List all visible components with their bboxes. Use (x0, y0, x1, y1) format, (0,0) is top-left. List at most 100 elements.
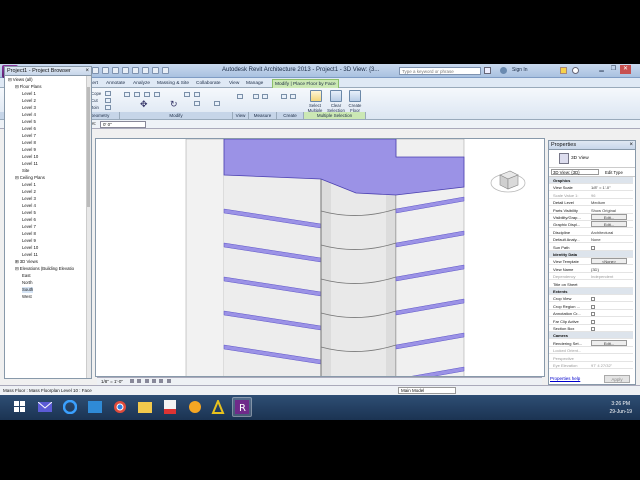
tree-item[interactable]: North (22, 280, 33, 286)
cut-label[interactable]: Cut (91, 98, 98, 103)
tree-item[interactable]: Level 10 (22, 154, 38, 160)
checkbox[interactable] (591, 245, 595, 250)
tree-item[interactable]: ⊟ Elevations (Building Elevatio (15, 266, 74, 272)
3d-view-icon[interactable] (112, 67, 119, 74)
sign-in-link[interactable]: Sign In (512, 67, 528, 73)
hide-icon[interactable] (237, 94, 243, 99)
property-row[interactable]: Section Box (549, 325, 633, 332)
property-row[interactable]: Locked Orient... (549, 347, 633, 355)
split-icon[interactable] (194, 92, 200, 97)
property-row[interactable]: Far Clip Active (549, 318, 633, 325)
property-group-header[interactable]: Camera (549, 332, 633, 340)
properties-help-link[interactable]: Properties help (550, 376, 580, 381)
edit-type-button[interactable]: Edit Type (605, 168, 623, 177)
property-checkbox[interactable] (591, 325, 627, 332)
instance-dropdown[interactable]: 3D View: {3D} (551, 169, 599, 175)
property-checkbox[interactable] (591, 310, 627, 317)
select-multiple-icon[interactable] (310, 90, 322, 102)
tab-modify-place-floor-by-face[interactable]: Modify | Place Floor by Face (272, 79, 339, 88)
checkbox[interactable] (591, 297, 595, 302)
type-selector[interactable]: 3D View (549, 150, 635, 168)
property-row[interactable]: Detail Level Medium (549, 199, 633, 207)
checkbox[interactable] (591, 304, 595, 309)
tree-item[interactable]: Level 9 (22, 147, 36, 153)
split-face-icon[interactable] (105, 98, 111, 103)
property-edit-button[interactable]: Edit... (591, 221, 627, 228)
tree-item[interactable]: Level 8 (22, 231, 36, 237)
property-value[interactable]: 1/8" = 1'-0" (591, 184, 627, 191)
panel-view[interactable]: View (233, 112, 249, 119)
tree-item[interactable]: Level 3 (22, 105, 36, 111)
panel-measure[interactable]: Measure (249, 112, 277, 119)
property-edit-button[interactable]: Edit... (591, 214, 627, 220)
text-icon[interactable] (102, 67, 109, 74)
property-row[interactable]: Rendering Set... Edit... (549, 339, 633, 347)
delete-icon[interactable] (214, 101, 220, 106)
detail-level-icon[interactable] (130, 379, 135, 383)
property-row[interactable]: Visibility/Grap... Edit... (549, 214, 633, 221)
tree-item[interactable]: Level 2 (22, 189, 36, 195)
dimension-tool-icon[interactable] (262, 94, 268, 99)
property-checkbox[interactable] (591, 303, 627, 310)
property-value[interactable]: Architectural (591, 229, 627, 236)
property-row[interactable]: Crop Region ... (549, 303, 633, 310)
cope-label[interactable]: Cope (91, 91, 101, 96)
project-browser-close-button[interactable]: × (85, 67, 89, 76)
property-checkbox[interactable] (591, 318, 627, 325)
tab-annotate[interactable]: Annotate (106, 79, 125, 88)
tree-item[interactable]: Level 1 (22, 91, 36, 97)
building-model[interactable] (96, 139, 545, 377)
measure-tool-icon[interactable] (253, 94, 259, 99)
clock[interactable]: 3:26 PM 29-Jun-19 (609, 400, 632, 416)
close-hidden-icon[interactable] (142, 67, 149, 74)
property-row[interactable]: Eye Elevation 97' 4 27/32" (549, 362, 633, 369)
tree-item[interactable]: Level 6 (22, 217, 36, 223)
tree-item[interactable]: Level 9 (22, 238, 36, 244)
autocad-icon[interactable] (208, 397, 228, 417)
property-checkbox[interactable] (591, 244, 627, 251)
help-icon[interactable] (572, 67, 579, 74)
view-cube[interactable] (488, 165, 528, 195)
property-row[interactable]: Perspective (549, 355, 633, 362)
tree-item[interactable]: Level 8 (22, 140, 36, 146)
thin-lines-icon[interactable] (132, 67, 139, 74)
property-edit-button[interactable]: Edit... (591, 339, 627, 346)
mirror-draw-icon[interactable] (154, 92, 160, 97)
section-icon[interactable] (122, 67, 129, 74)
maximize-button[interactable]: ❐ (608, 65, 619, 74)
tree-item[interactable]: ⊟ Ceiling Plans (15, 175, 45, 181)
mail-icon[interactable] (35, 397, 55, 417)
switch-windows-icon[interactable] (152, 67, 159, 74)
pin-icon[interactable] (194, 101, 200, 106)
tree-item[interactable]: East (22, 273, 31, 279)
checkbox[interactable] (591, 319, 595, 324)
tree-item[interactable]: ⊟ Floor Plans (15, 84, 42, 90)
panel-modify[interactable]: Modify (120, 112, 233, 119)
tree-item[interactable]: Level 5 (22, 210, 36, 216)
close-window-button[interactable]: ✕ (620, 65, 631, 74)
tree-item[interactable]: ⊞ 3D Views (15, 259, 38, 265)
pdf-icon[interactable] (160, 397, 180, 417)
tree-item[interactable]: Level 7 (22, 224, 36, 230)
project-browser-scroll-thumb[interactable] (87, 87, 90, 207)
property-row[interactable]: View Name {3D} (549, 266, 633, 273)
tree-item[interactable]: West (22, 294, 32, 300)
checkbox[interactable] (591, 326, 595, 331)
tree-item[interactable]: Level 5 (22, 119, 36, 125)
clear-selection-icon[interactable] (330, 90, 342, 102)
checkbox[interactable] (591, 312, 595, 317)
tree-item[interactable]: Level 10 (22, 245, 38, 251)
property-checkbox[interactable] (591, 295, 627, 302)
tab-manage[interactable]: Manage (246, 79, 263, 88)
internet-explorer-icon[interactable] (60, 397, 80, 417)
property-group-header[interactable]: Extents (549, 288, 633, 295)
property-row[interactable]: View Scale 1/8" = 1'-0" (549, 184, 633, 192)
tree-item[interactable]: South (22, 287, 34, 293)
active-model-dropdown[interactable]: Main Model (398, 387, 456, 394)
join-label[interactable]: Join (91, 105, 99, 110)
store-icon[interactable] (85, 397, 105, 417)
paint-icon[interactable] (105, 105, 111, 110)
sun-path-icon[interactable] (144, 379, 149, 383)
dimension-icon[interactable] (92, 67, 99, 74)
property-edit-button[interactable]: <None> (591, 258, 627, 265)
